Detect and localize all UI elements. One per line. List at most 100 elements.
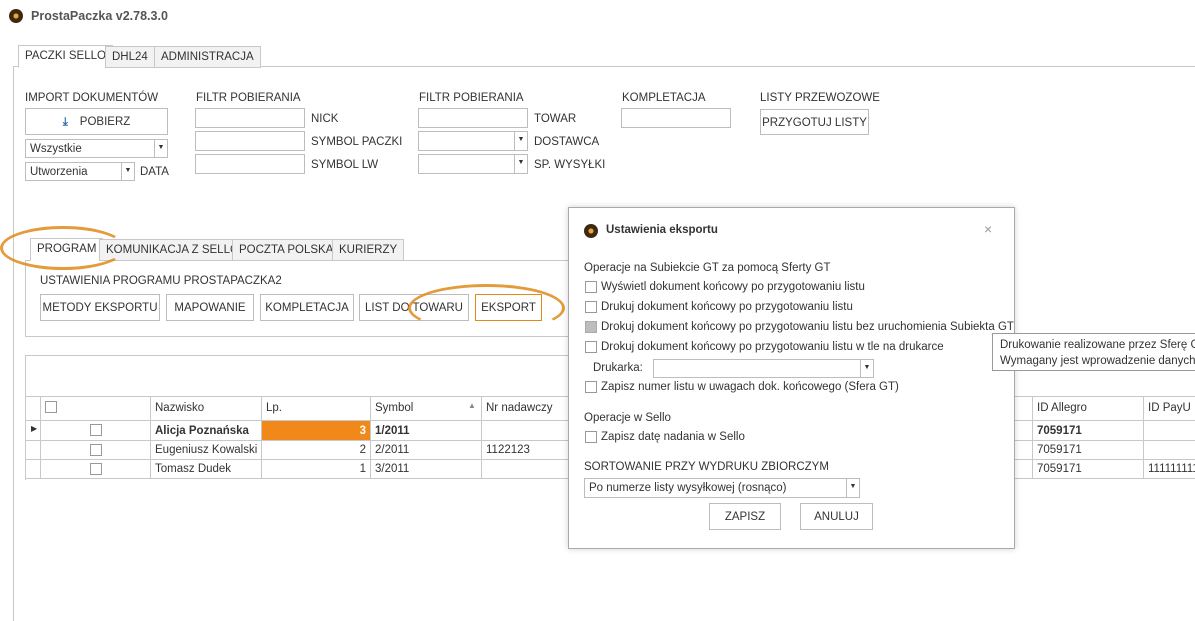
program-panel-left	[25, 260, 26, 336]
tab-kurierzy[interactable]: KURIERZY	[332, 239, 405, 261]
opt-print-doc-label: Drukuj dokument końcowy po przygotowaniu…	[601, 301, 853, 313]
symbol-paczki-label: SYMBOL PACZKI	[311, 136, 403, 148]
cell-nazwisko[interactable]: Eugeniusz Kowalski	[155, 444, 257, 456]
export-settings-dialog: Ustawienia eksportu × Operacje na Subiek…	[568, 207, 1015, 549]
grid-col-line	[1032, 396, 1033, 478]
program-panel-bottom	[25, 336, 568, 337]
dostawca-select[interactable]: ▼	[418, 131, 528, 151]
cell-lp[interactable]: 2	[262, 444, 366, 456]
chevron-down-icon: ▼	[154, 140, 167, 157]
cell-nazwisko[interactable]: Tomasz Dudek	[155, 463, 231, 475]
row-checkbox[interactable]	[90, 463, 102, 475]
cell-nazwisko[interactable]: Alicja Poznańska	[155, 425, 249, 437]
grid-col-line	[481, 396, 482, 478]
header-id-payu[interactable]: ID PayU	[1148, 402, 1191, 414]
sp-wysylki-select[interactable]: ▼	[418, 154, 528, 174]
dialog-title: Ustawienia eksportu	[606, 224, 718, 236]
filter2-label: FILTR POBIERANIA	[419, 92, 524, 104]
kompletacja-input[interactable]	[621, 108, 731, 128]
import-label: IMPORT DOKUMENTÓW	[25, 92, 159, 104]
header-id-allegro[interactable]: ID Allegro	[1037, 402, 1087, 414]
listy-label: LISTY PRZEWOZOWE	[760, 92, 880, 104]
save-button[interactable]: ZAPISZ	[709, 503, 781, 530]
grid-col-line	[40, 396, 41, 478]
opt-save-send-date-checkbox[interactable]	[585, 431, 597, 443]
select-all-checkbox[interactable]	[45, 401, 57, 413]
tab-poczta-polska[interactable]: POCZTA POLSKA	[232, 239, 341, 261]
cell-id-allegro[interactable]: 7059171	[1037, 425, 1082, 437]
chevron-down-icon: ▼	[514, 155, 527, 173]
cell-id-payu[interactable]: 111111111	[1148, 463, 1195, 475]
tab-dhl24[interactable]: DHL24	[105, 46, 155, 68]
opt-show-doc-label: Wyświetl dokument końcowy po przygotowan…	[601, 281, 865, 293]
row-checkbox[interactable]	[90, 424, 102, 436]
app-title: ProstaPaczka v2.78.3.0	[31, 9, 168, 23]
date-label: DATA	[140, 166, 169, 178]
dialog-logo-icon	[584, 224, 598, 238]
symbol-lw-input[interactable]	[195, 154, 305, 174]
cell-symbol[interactable]: 3/2011	[375, 463, 409, 475]
cell-nr-nadawczy[interactable]: 1122123	[486, 444, 530, 456]
import-filter-value: Wszystkie	[30, 143, 82, 155]
date-type-value: Utworzenia	[30, 166, 88, 178]
title-bar: ProstaPaczka v2.78.3.0	[0, 0, 1195, 34]
section-subiekt-label: Operacje na Subiekcie GT za pomocą Sfert…	[584, 262, 831, 274]
symbol-paczki-input[interactable]	[195, 131, 305, 151]
section-sello-label: Operacje w Sello	[584, 412, 671, 424]
date-type-select[interactable]: Utworzenia ▼	[25, 162, 135, 181]
opt-print-background-checkbox[interactable]	[585, 341, 597, 353]
kompletacja-label: KOMPLETACJA	[622, 92, 706, 104]
printer-select[interactable]: ▼	[653, 359, 874, 378]
grid-col-line	[1143, 396, 1144, 478]
przygotuj-listy-button[interactable]: PRZYGOTUJ LISTY	[760, 109, 869, 135]
row-checkbox[interactable]	[90, 444, 102, 456]
section-sort-label: SORTOWANIE PRZY WYDRUKU ZBIORCZYM	[584, 461, 829, 473]
header-nr-nadawczy[interactable]: Nr nadawczy	[486, 402, 552, 414]
cancel-button[interactable]: ANULUJ	[800, 503, 873, 530]
opt-print-doc-checkbox[interactable]	[585, 301, 597, 313]
cell-id-allegro[interactable]: 7059171	[1037, 463, 1082, 475]
kompletacja-button[interactable]: KOMPLETACJA	[260, 294, 354, 321]
nick-input[interactable]	[195, 108, 305, 128]
chevron-down-icon: ▼	[121, 163, 134, 180]
cell-lp[interactable]: 1	[262, 463, 366, 475]
printer-label: Drukarka:	[593, 362, 643, 374]
sp-wysylki-label: SP. WYSYŁKI	[534, 159, 606, 171]
close-icon[interactable]: ×	[984, 221, 992, 237]
opt-save-list-number-label: Zapisz numer listu w uwagach dok. końcow…	[601, 381, 899, 393]
cell-id-allegro[interactable]: 7059171	[1037, 444, 1082, 456]
pobierz-label: POBIERZ	[79, 116, 131, 128]
opt-print-no-subiekt-label: Drokuj dokument końcowy po przygotowaniu…	[601, 321, 1014, 333]
symbol-lw-label: SYMBOL LW	[311, 159, 379, 171]
opt-show-doc-checkbox[interactable]	[585, 281, 597, 293]
opt-print-background-label: Drokuj dokument końcowy po przygotowaniu…	[601, 341, 944, 353]
chevron-down-icon: ▼	[846, 479, 859, 497]
towar-input[interactable]	[418, 108, 528, 128]
header-symbol[interactable]: Symbol	[375, 402, 413, 414]
main-frame-border	[13, 66, 14, 621]
mapowanie-button[interactable]: MAPOWANIE	[166, 294, 254, 321]
tab-paczki-sello[interactable]: PACZKI SELLO	[18, 45, 113, 68]
cell-symbol[interactable]: 1/2011	[375, 425, 410, 437]
pobierz-button[interactable]: ⤓ POBIERZ	[25, 108, 168, 135]
cell-lp: 3	[359, 425, 366, 437]
filter1-label: FILTR POBIERANIA	[196, 92, 301, 104]
tab-administracja[interactable]: ADMINISTRACJA	[154, 46, 261, 68]
metody-eksportu-button[interactable]: METODY EKSPORTU	[40, 294, 160, 321]
chevron-down-icon: ▼	[860, 360, 873, 377]
header-lp[interactable]: Lp.	[266, 402, 282, 414]
grid-left-border	[25, 355, 26, 480]
sort-order-select[interactable]: Po numerze listy wysyłkowej (rosnąco) ▼	[584, 478, 860, 498]
opt-print-no-subiekt-checkbox[interactable]	[585, 321, 597, 333]
chevron-down-icon: ▼	[514, 132, 527, 150]
import-filter-select[interactable]: Wszystkie ▼	[25, 139, 168, 158]
highlight-ring-eksport	[408, 284, 565, 332]
sort-order-value: Po numerze listy wysyłkowej (rosnąco)	[589, 482, 787, 494]
header-nazwisko[interactable]: Nazwisko	[155, 402, 204, 414]
sort-asc-icon: ▲	[468, 401, 476, 410]
opt-save-send-date-label: Zapisz datę nadania w Sello	[601, 431, 745, 443]
cell-symbol[interactable]: 2/2011	[375, 444, 409, 456]
app-logo-icon	[9, 9, 23, 23]
program-title: USTAWIENIA PROGRAMU PROSTAPACZKA2	[40, 275, 282, 287]
opt-save-list-number-checkbox[interactable]	[585, 381, 597, 393]
